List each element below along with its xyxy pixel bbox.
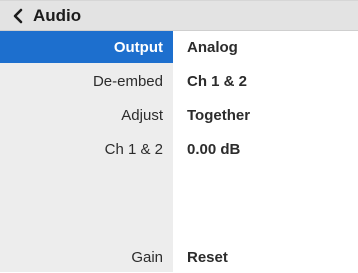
menu-row-gain[interactable]: Gain Reset	[0, 241, 358, 273]
menu-row-de-embed[interactable]: De-embed Ch 1 & 2	[0, 65, 358, 97]
menu-row-output[interactable]: Output Analog	[0, 31, 358, 63]
menu-row-adjust[interactable]: Adjust Together	[0, 99, 358, 131]
row-label: Adjust	[121, 106, 163, 124]
menu-row-ch-1-2-level[interactable]: Ch 1 & 2 0.00 dB	[0, 133, 358, 165]
row-value: Ch 1 & 2	[187, 72, 248, 90]
row-label: De-embed	[92, 72, 163, 90]
row-value: Together	[187, 106, 251, 124]
row-label: Output	[0, 31, 173, 63]
row-label: Gain	[131, 248, 163, 266]
row-value: Reset	[187, 248, 228, 266]
row-value: 0.00 dB	[187, 140, 241, 158]
audio-menu-panel: Audio Output Analog De-embed Ch 1 & 2 Ad…	[0, 0, 358, 273]
back-button[interactable]: Audio	[0, 1, 91, 30]
row-value: Analog	[187, 38, 238, 56]
chevron-left-icon	[13, 8, 23, 23]
menu-title: Audio	[33, 5, 82, 25]
row-label: Ch 1 & 2	[104, 140, 163, 158]
menu-header: Audio	[0, 1, 358, 31]
